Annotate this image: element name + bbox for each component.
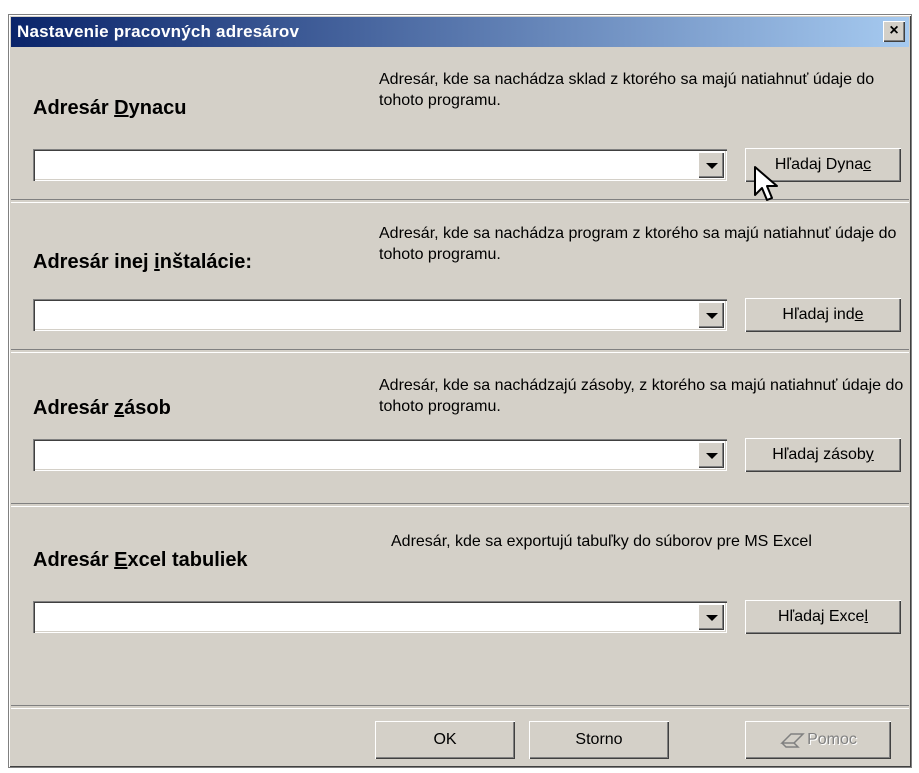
section-label-excel: Adresár Excel tabuliek (33, 549, 248, 571)
browse-excel-button[interactable]: Hľadaj Excel (745, 600, 901, 634)
other-install-dropdown-arrow-icon[interactable] (698, 302, 724, 328)
footer-separator (11, 705, 909, 709)
section-stock: Adresár zásob Adresár, kde sa nachádzajú… (9, 353, 911, 513)
stock-path-combobox[interactable] (33, 439, 727, 471)
section-other-install: Adresár inej inštalácie: Adresár, kde sa… (9, 203, 911, 363)
browse-other-button[interactable]: Hľadaj inde (745, 298, 901, 332)
title-bar[interactable]: Nastavenie pracovných adresárov × (11, 17, 909, 47)
ok-button[interactable]: OK (375, 721, 515, 759)
section-description-excel: Adresár, kde sa exportujú tabuľky do súb… (391, 533, 812, 550)
help-icon (780, 733, 805, 748)
dynac-path-combobox[interactable] (33, 149, 727, 181)
excel-path-combobox[interactable] (33, 601, 727, 633)
section-label-stock: Adresár zásob (33, 397, 171, 419)
other-install-path-combobox[interactable] (33, 299, 727, 331)
section-description-other-install: Adresár, kde sa nachádza program z ktoré… (379, 225, 897, 263)
dialog-window: Nastavenie pracovných adresárov × Adresá… (8, 14, 912, 768)
section-excel: Adresár Excel tabuliek Adresár, kde sa e… (9, 507, 911, 667)
stock-dropdown-arrow-icon[interactable] (698, 442, 724, 468)
dynac-dropdown-arrow-icon[interactable] (698, 152, 724, 178)
help-button[interactable]: Pomoc (745, 721, 891, 759)
excel-dropdown-arrow-icon[interactable] (698, 604, 724, 630)
mouse-cursor-icon (754, 166, 778, 201)
window-title: Nastavenie pracovných adresárov (17, 22, 300, 41)
section-description-stock: Adresár, kde sa nachádzajú zásoby, z kto… (379, 377, 904, 415)
section-label-dynac: Adresár Dynacu (33, 97, 187, 119)
browse-stock-button[interactable]: Hľadaj zásoby (745, 438, 901, 472)
section-description-dynac: Adresár, kde sa nachádza sklad z ktorého… (379, 71, 875, 109)
cancel-button[interactable]: Storno (529, 721, 669, 759)
close-button[interactable]: × (883, 21, 905, 42)
section-label-other-install: Adresár inej inštalácie: (33, 251, 252, 273)
